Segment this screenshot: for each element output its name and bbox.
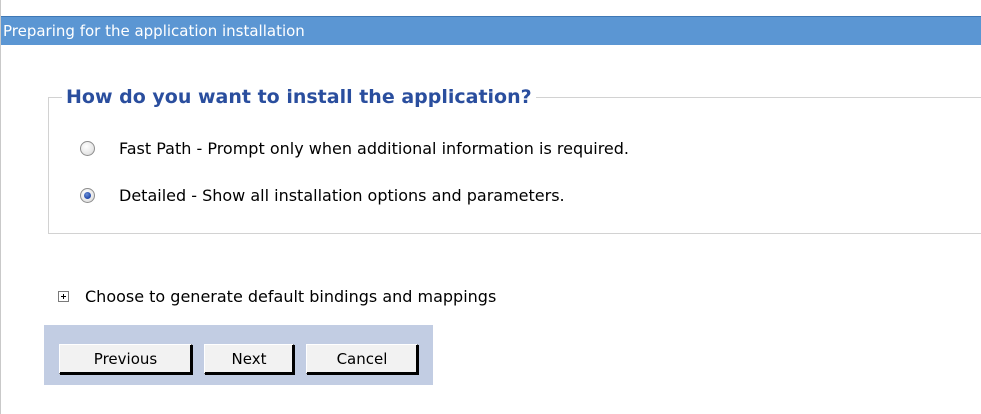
- next-button[interactable]: Next: [204, 344, 294, 374]
- panel-title: Preparing for the application installati…: [1, 16, 981, 45]
- button-bar: Previous Next Cancel: [44, 325, 433, 385]
- install-method-legend: How do you want to install the applicati…: [62, 84, 536, 110]
- detailed-option[interactable]: Detailed - Show all installation options…: [80, 183, 565, 207]
- fast-path-label[interactable]: Fast Path - Prompt only when additional …: [119, 139, 629, 158]
- bindings-expander[interactable]: Choose to generate default bindings and …: [58, 287, 496, 306]
- detailed-label[interactable]: Detailed - Show all installation options…: [119, 186, 565, 205]
- expand-plus-icon[interactable]: [58, 291, 69, 302]
- fast-path-option[interactable]: Fast Path - Prompt only when additional …: [80, 136, 629, 160]
- cancel-button[interactable]: Cancel: [306, 344, 418, 374]
- fast-path-radio[interactable]: [80, 140, 95, 156]
- bindings-expander-label[interactable]: Choose to generate default bindings and …: [85, 287, 496, 306]
- install-method-group: [48, 97, 981, 234]
- install-panel: Preparing for the application installati…: [0, 0, 981, 414]
- detailed-radio[interactable]: [80, 187, 95, 203]
- previous-button[interactable]: Previous: [59, 344, 192, 374]
